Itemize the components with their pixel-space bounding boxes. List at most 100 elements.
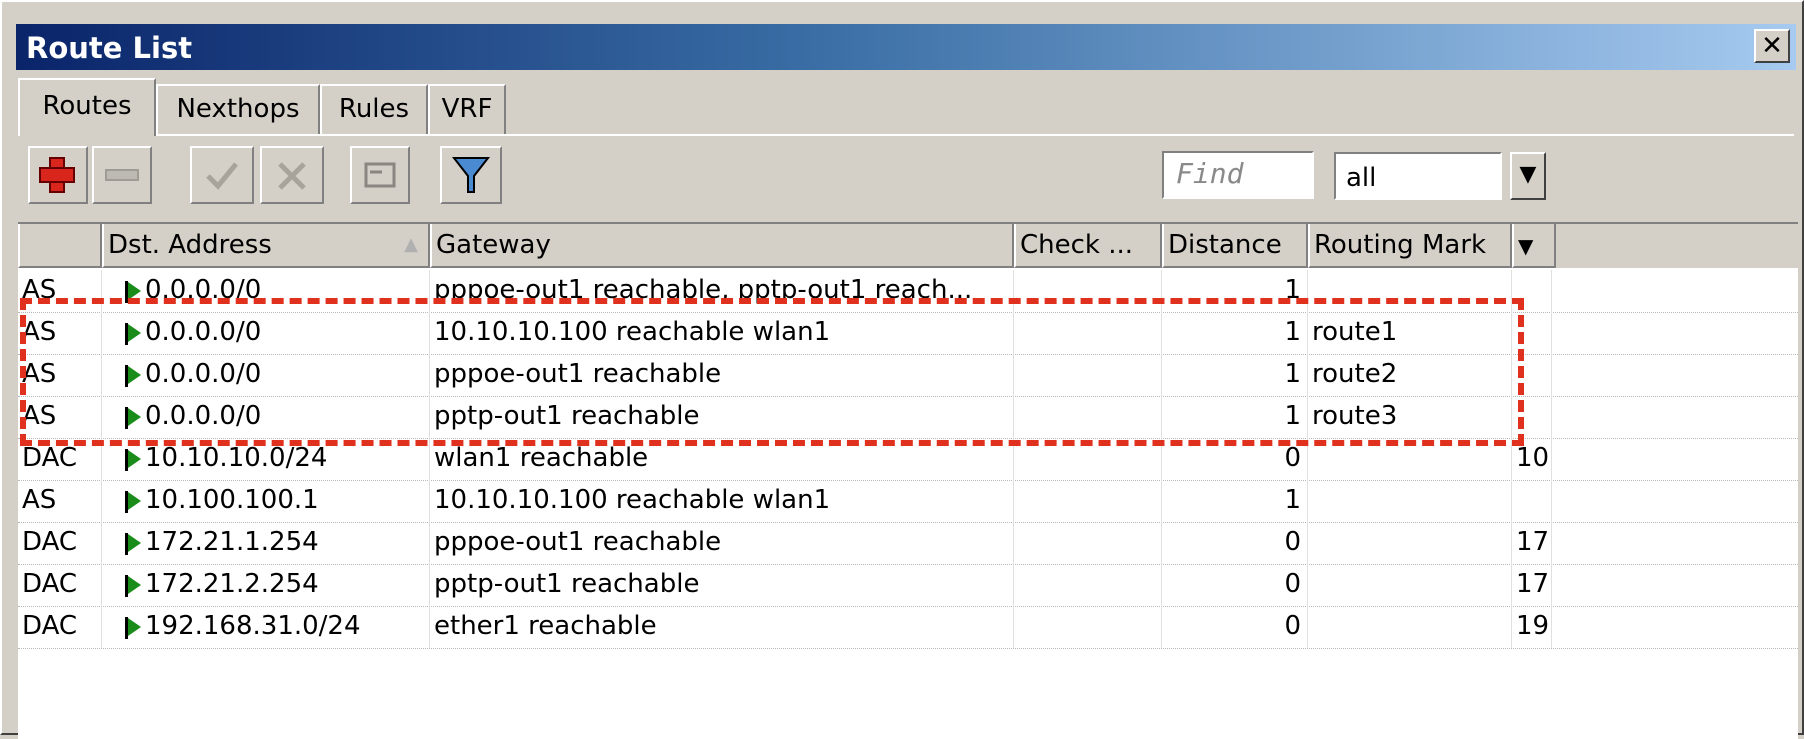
dst-address-text: 0.0.0.0/0 xyxy=(145,359,262,389)
table-row[interactable]: AS 0.0.0.0/0 pptp-out1 reachable 1 route… xyxy=(18,396,1798,439)
tab-routes[interactable]: Routes xyxy=(18,78,156,136)
extra-cell: 19 xyxy=(1512,606,1552,648)
dst-address-text: 192.168.31.0/24 xyxy=(145,611,361,641)
distance-cell: 0 xyxy=(1162,606,1308,648)
routing-mark-cell xyxy=(1308,480,1512,522)
extra-cell: 17 xyxy=(1512,564,1552,606)
distance-cell: 1 xyxy=(1162,480,1308,522)
distance-cell: 1 xyxy=(1162,312,1308,354)
tab-nexthops[interactable]: Nexthops xyxy=(156,84,320,134)
comment-button[interactable] xyxy=(350,146,410,204)
find-input[interactable]: Find xyxy=(1162,151,1314,199)
tab-panel-border xyxy=(18,134,1794,136)
enable-button[interactable] xyxy=(190,146,254,204)
gateway-cell: wlan1 reachable xyxy=(430,438,1014,480)
distance-cell: 1 xyxy=(1162,270,1308,312)
extra-cell xyxy=(1512,396,1552,438)
check-cell xyxy=(1014,396,1162,438)
gateway-cell: pptp-out1 reachable xyxy=(430,564,1014,606)
routing-mark-cell xyxy=(1308,564,1512,606)
table-row[interactable]: AS 0.0.0.0/0 10.10.10.100 reachable wlan… xyxy=(18,312,1798,355)
table-row[interactable]: AS 10.100.100.1 10.10.10.100 reachable w… xyxy=(18,480,1798,523)
table-row[interactable]: DAC 10.10.10.0/24 wlan1 reachable 0 10 xyxy=(18,438,1798,481)
check-cell xyxy=(1014,480,1162,522)
table-row[interactable]: DAC 192.168.31.0/24 ether1 reachable 0 1… xyxy=(18,606,1798,649)
check-cell xyxy=(1014,522,1162,564)
chevron-down-icon: ▼ xyxy=(1518,234,1534,258)
column-menu-button[interactable]: ▼ xyxy=(1512,224,1556,268)
flags-cell: AS xyxy=(18,480,102,522)
route-list-window: Route List ✕ Routes Nexthops Rules VRF F… xyxy=(0,0,1804,739)
routing-mark-cell: route2 xyxy=(1308,354,1512,396)
extra-cell: 17 xyxy=(1512,522,1552,564)
close-button[interactable]: ✕ xyxy=(1754,29,1790,63)
column-header-routing-mark[interactable]: Routing Mark xyxy=(1308,224,1512,268)
column-header-check[interactable]: Check ... xyxy=(1014,224,1162,268)
check-cell xyxy=(1014,270,1162,312)
dst-address-text: 10.100.100.1 xyxy=(145,485,319,515)
flag-icon xyxy=(125,280,141,303)
dst-address-cell: 172.21.1.254 xyxy=(102,522,430,564)
filter-select[interactable]: all xyxy=(1334,152,1502,200)
check-cell xyxy=(1014,354,1162,396)
flag-icon xyxy=(125,448,141,471)
filter-button[interactable] xyxy=(440,146,502,204)
table-row[interactable]: DAC 172.21.2.254 pptp-out1 reachable 0 1… xyxy=(18,564,1798,607)
routing-mark-cell: route3 xyxy=(1308,396,1512,438)
dst-address-text: 0.0.0.0/0 xyxy=(145,275,262,305)
table-header: Dst. Address ▲ Gateway Check ... Distanc… xyxy=(18,224,1798,268)
sort-asc-icon: ▲ xyxy=(404,234,418,255)
routing-mark-cell xyxy=(1308,270,1512,312)
table-row[interactable]: AS 0.0.0.0/0 pppoe-out1 reachable 1 rout… xyxy=(18,354,1798,397)
routing-mark-cell xyxy=(1308,522,1512,564)
chevron-down-icon: ▼ xyxy=(1519,162,1537,187)
disable-button[interactable] xyxy=(260,146,324,204)
check-icon xyxy=(206,162,238,190)
title-bar[interactable]: Route List ✕ xyxy=(16,24,1796,70)
window-title: Route List xyxy=(26,31,193,65)
extra-cell xyxy=(1512,354,1552,396)
column-header-gateway[interactable]: Gateway xyxy=(430,224,1014,268)
flag-icon xyxy=(125,532,141,555)
route-table: Dst. Address ▲ Gateway Check ... Distanc… xyxy=(18,222,1798,739)
extra-cell xyxy=(1512,270,1552,312)
flags-cell: AS xyxy=(18,354,102,396)
flag-icon xyxy=(125,364,141,387)
extra-cell xyxy=(1512,312,1552,354)
gateway-cell: 10.10.10.100 reachable wlan1 xyxy=(430,480,1014,522)
distance-cell: 0 xyxy=(1162,522,1308,564)
filter-dropdown-button[interactable]: ▼ xyxy=(1510,152,1546,200)
column-header-dst-address[interactable]: Dst. Address ▲ xyxy=(102,224,430,268)
gateway-cell: pptp-out1 reachable xyxy=(430,396,1014,438)
dst-address-text: 0.0.0.0/0 xyxy=(145,401,262,431)
flags-cell: AS xyxy=(18,312,102,354)
flag-icon xyxy=(125,322,141,345)
dst-address-cell: 0.0.0.0/0 xyxy=(102,396,430,438)
flags-cell: AS xyxy=(18,396,102,438)
dst-address-text: 172.21.2.254 xyxy=(145,569,319,599)
cross-icon xyxy=(278,162,306,190)
column-header-flags[interactable] xyxy=(18,224,102,268)
routing-mark-cell xyxy=(1308,606,1512,648)
add-button[interactable] xyxy=(28,146,88,204)
remove-button[interactable] xyxy=(92,146,152,204)
flag-icon xyxy=(125,490,141,513)
tab-rules[interactable]: Rules xyxy=(320,84,428,134)
column-header-label: Dst. Address xyxy=(108,230,272,260)
dst-address-text: 0.0.0.0/0 xyxy=(145,317,262,347)
check-cell xyxy=(1014,606,1162,648)
gateway-cell: pppoe-out1 reachable xyxy=(430,354,1014,396)
dst-address-cell: 0.0.0.0/0 xyxy=(102,354,430,396)
column-header-distance[interactable]: Distance xyxy=(1162,224,1308,268)
extra-cell: 10 xyxy=(1512,438,1552,480)
flag-icon xyxy=(125,406,141,429)
distance-cell: 0 xyxy=(1162,564,1308,606)
flags-cell: DAC xyxy=(18,564,102,606)
table-row[interactable]: AS 0.0.0.0/0 pppoe-out1 reachable, pptp-… xyxy=(18,270,1798,313)
check-cell xyxy=(1014,438,1162,480)
table-row[interactable]: DAC 172.21.1.254 pppoe-out1 reachable 0 … xyxy=(18,522,1798,565)
gateway-cell: pppoe-out1 reachable xyxy=(430,522,1014,564)
dst-address-cell: 172.21.2.254 xyxy=(102,564,430,606)
tab-vrf[interactable]: VRF xyxy=(428,84,506,134)
distance-cell: 0 xyxy=(1162,438,1308,480)
